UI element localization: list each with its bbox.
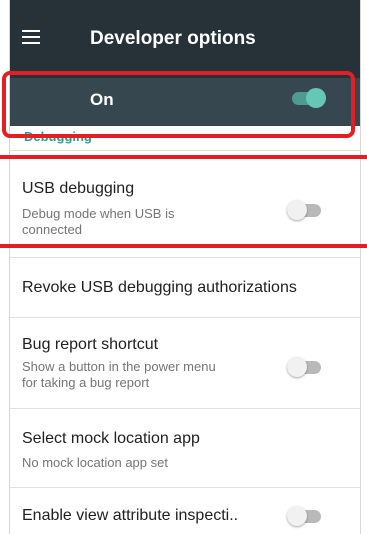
pref-summary-line: Show a button in the power menu [22,359,216,374]
annotation-highlight-box [2,71,355,138]
divider [10,408,360,409]
pref-summary-line: No mock location app set [22,455,168,470]
switch-thumb [287,357,307,377]
pref-title: Bug report shortcut [22,336,159,353]
switch-thumb [287,506,307,526]
bug-report-shortcut-switch[interactable] [287,357,321,377]
pref-title: Revoke USB debugging authorizations [22,279,297,296]
view-attribute-inspection-switch[interactable] [287,506,321,526]
switch-thumb [287,200,307,220]
annotation-line-top [0,155,367,159]
pref-title: Enable view attribute inspecti.. [22,507,239,524]
divider [10,150,360,151]
pref-title: Select mock location app [22,430,200,447]
divider [10,257,360,258]
pref-summary-line: Debug mode when USB is [22,206,175,221]
app-bar: Developer options [10,0,360,78]
pref-summary-line: for taking a bug report [22,375,150,390]
divider [10,317,360,318]
pref-title: USB debugging [22,180,135,197]
divider [10,487,360,488]
annotation-line-bottom [0,244,367,248]
usb-debugging-switch[interactable] [287,200,321,220]
page-title: Developer options [90,28,256,49]
hamburger-menu-icon[interactable] [22,30,40,44]
pref-summary-line: connected [22,222,82,237]
